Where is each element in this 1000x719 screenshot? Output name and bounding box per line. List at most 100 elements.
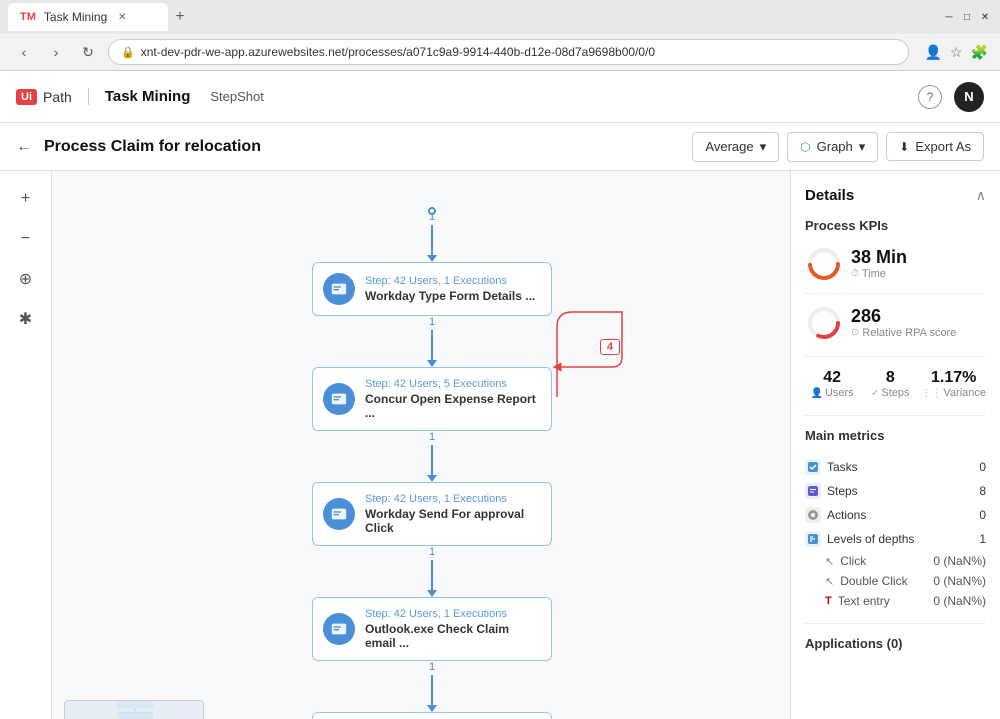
conn-arrow-2 [427, 475, 437, 482]
sub-header-controls: Average ▾ ⬡ Graph ▾ ⬇ Export As [692, 132, 984, 162]
robot-icon: ⊙ [851, 327, 859, 338]
flow-node-3[interactable]: Step: 42 Users, 1 Executions Workday Sen… [312, 482, 552, 546]
stat-users-val: 42 [805, 369, 859, 387]
conn-num-1: 1 [429, 316, 435, 328]
logo-box: Ui [16, 89, 37, 105]
app-header: Ui Path Task Mining StepShot ? N [0, 71, 1000, 123]
canvas-inner: 1 Step: 42 Users, 1 Executions Workday T… [52, 171, 790, 719]
extension-icon[interactable]: 🧩 [971, 44, 988, 61]
node-meta-2: Step: 42 Users, 5 Executions [365, 378, 539, 390]
flow-node-2[interactable]: Step: 42 Users, 5 Executions Concur Open… [312, 367, 552, 431]
zoom-out-btn[interactable]: − [10, 223, 42, 255]
zoom-in-btn[interactable]: + [10, 183, 42, 215]
favicon: TM [20, 11, 36, 23]
bookmark-icon[interactable]: ☆ [950, 44, 963, 61]
minimap [64, 700, 204, 719]
conn-arrow-0 [427, 255, 437, 262]
connector-1: 1 [427, 316, 437, 367]
metric-actions-name: Actions [827, 508, 866, 522]
sub-metric-textentry-name: Text entry [838, 594, 890, 608]
kpi-rpa-card: 286 ⊙ Relative RPA score [805, 304, 986, 342]
conn-arrow-3 [427, 590, 437, 597]
textentry-left: T Text entry [825, 594, 890, 608]
average-dropdown[interactable]: Average ▾ [692, 132, 779, 162]
node-meta-1: Step: 42 Users, 1 Executions [365, 275, 539, 287]
sub-metric-click: ↖ Click 0 (NaN%) [805, 551, 986, 571]
conn-num-4: 1 [429, 661, 435, 673]
conn-arrow-1 [427, 360, 437, 367]
flow-node-1[interactable]: Step: 42 Users, 1 Executions Workday Typ… [312, 262, 552, 316]
steps-metric-icon [805, 483, 821, 499]
help-btn[interactable]: ? [918, 85, 942, 109]
address-icons: 👤 ☆ 🧩 [925, 44, 988, 61]
node-icon-1 [323, 273, 355, 305]
minimize-btn[interactable]: ─ [942, 10, 956, 24]
applications-title: Applications (0) [805, 636, 903, 651]
maximize-btn[interactable]: □ [960, 10, 974, 24]
conn-arrow-4 [427, 705, 437, 712]
panel-collapse-btn[interactable]: ∧ [976, 187, 986, 204]
dbl-cursor-icon: ↖ [825, 575, 834, 588]
node-meta-4: Step: 42 Users, 1 Executions [365, 608, 539, 620]
back-nav-btn[interactable]: ‹ [12, 40, 36, 64]
clock-icon: ⏱ [851, 268, 859, 279]
main-layout: + − ⊕ ✱ 1 [0, 171, 1000, 719]
main-metrics-title: Main metrics [805, 428, 986, 443]
lock-icon: 🔒 [121, 46, 135, 59]
flow-node-4[interactable]: Step: 42 Users, 1 Executions Outlook.exe… [312, 597, 552, 661]
metric-actions: Actions 0 [805, 503, 986, 527]
levels-icon [805, 531, 821, 547]
canvas-area: 1 Step: 42 Users, 1 Executions Workday T… [52, 171, 790, 719]
node-label-4: Outlook.exe Check Claim email ... [365, 622, 539, 650]
metric-tasks-name: Tasks [827, 460, 858, 474]
kpi-rpa-value: 286 [851, 307, 956, 327]
right-panel: Details ∧ Process KPIs 38 Min ⏱ Time [790, 171, 1000, 719]
kpi-time-label: Time [862, 268, 886, 280]
stat-steps: 8 ✓ Steps [863, 369, 917, 399]
graph-dropdown[interactable]: ⬡ Graph ▾ [787, 132, 878, 162]
kpi-divider-2 [805, 356, 986, 357]
back-btn[interactable]: ← [16, 138, 32, 156]
node-content-1: Step: 42 Users, 1 Executions Workday Typ… [365, 275, 539, 303]
graph-chevron-icon: ▾ [859, 139, 866, 155]
connector-3: 1 [427, 546, 437, 597]
settings-btn[interactable]: ✱ [10, 303, 42, 335]
close-btn[interactable]: ✕ [978, 10, 992, 24]
left-tools: + − ⊕ ✱ [0, 171, 52, 719]
graph-icon: ⬡ [800, 140, 810, 154]
sub-metric-textentry-val: 0 (NaN%) [933, 594, 986, 608]
stat-steps-label: Steps [881, 387, 909, 399]
average-label: Average [705, 139, 753, 154]
node-icon-3 [323, 498, 355, 530]
actions-icon [805, 507, 821, 523]
page-title: Process Claim for relocation [44, 138, 261, 156]
node-label-1: Workday Type Form Details ... [365, 289, 539, 303]
conn-line-0 [431, 225, 433, 255]
new-tab-btn[interactable]: + [168, 5, 192, 29]
address-bar[interactable]: 🔒 xnt-dev-pdr-we-app.azurewebsites.net/p… [108, 39, 909, 65]
metric-levels: Levels of depths 1 [805, 527, 986, 551]
variance-icon: ⋮⋮ [921, 388, 941, 399]
metric-steps-left: Steps [805, 483, 858, 499]
sub-metric-click-val: 0 (NaN%) [933, 554, 986, 568]
sub-metric-dblclick-name: Double Click [840, 574, 907, 588]
conn-line-2 [431, 445, 433, 475]
browser-addressbar: ‹ › ↻ 🔒 xnt-dev-pdr-we-app.azurewebsites… [0, 34, 1000, 70]
browser-tab[interactable]: TM Task Mining ✕ [8, 3, 168, 31]
export-btn[interactable]: ⬇ Export As [886, 132, 984, 161]
metric-steps-name: Steps [827, 484, 858, 498]
profile-icon[interactable]: 👤 [925, 44, 942, 61]
stat-variance-label: Variance [943, 387, 986, 399]
conn-num-3: 1 [429, 546, 435, 558]
node-content-2: Step: 42 Users, 5 Executions Concur Open… [365, 378, 539, 420]
metric-tasks-val: 0 [979, 460, 986, 474]
forward-nav-btn[interactable]: › [44, 40, 68, 64]
user-avatar[interactable]: N [954, 82, 984, 112]
locate-btn[interactable]: ⊕ [10, 263, 42, 295]
stat-users-label: Users [825, 387, 854, 399]
sub-header: ← Process Claim for relocation Average ▾… [0, 123, 1000, 171]
cursor-icon: ↖ [825, 555, 834, 568]
reload-btn[interactable]: ↻ [76, 40, 100, 64]
tab-close-btn[interactable]: ✕ [115, 10, 129, 24]
product-name: StepShot [206, 89, 264, 104]
